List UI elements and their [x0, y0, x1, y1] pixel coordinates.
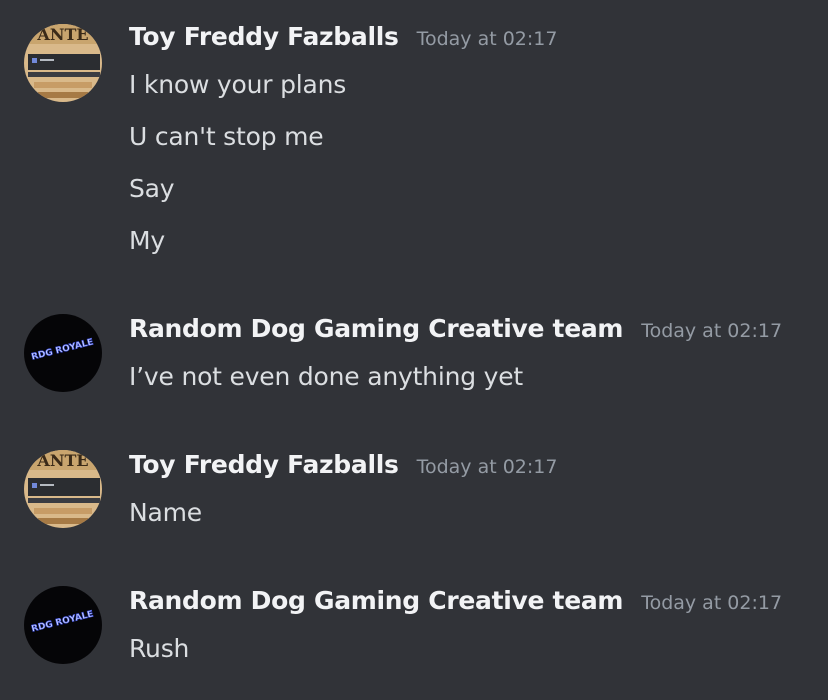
username[interactable]: Toy Freddy Fazballs: [129, 450, 399, 479]
avatar[interactable]: RDG ROYALE: [24, 586, 102, 664]
timestamp[interactable]: Today at 02:17: [641, 592, 782, 614]
username[interactable]: Toy Freddy Fazballs: [129, 22, 399, 51]
username[interactable]: Random Dog Gaming Creative team: [129, 314, 623, 343]
message-text: I’ve not even done anything yet: [129, 362, 524, 391]
timestamp[interactable]: Today at 02:17: [641, 320, 782, 342]
svg-text:ANTE: ANTE: [36, 451, 88, 470]
message-header: Random Dog Gaming Creative team Today at…: [129, 586, 782, 622]
timestamp[interactable]: Today at 02:17: [417, 456, 558, 478]
avatar[interactable]: ANTE: [24, 24, 102, 102]
svg-text:ANTE: ANTE: [36, 25, 88, 44]
wanted-poster-avatar-icon: ANTE: [24, 450, 102, 528]
message-header: Toy Freddy Fazballs Today at 02:17: [129, 450, 557, 486]
message-text: Rush: [129, 634, 190, 663]
username[interactable]: Random Dog Gaming Creative team: [129, 586, 623, 615]
rdg-royale-logo-avatar-icon: RDG ROYALE: [24, 314, 102, 392]
wanted-poster-avatar-icon: ANTE: [24, 24, 102, 102]
message-text: U can't stop me: [129, 122, 324, 151]
message-text: My: [129, 226, 165, 255]
chat-message-list: ANTE Toy Freddy Fazballs Today at 02:17 …: [0, 0, 828, 700]
avatar[interactable]: RDG ROYALE: [24, 314, 102, 392]
message-header: Toy Freddy Fazballs Today at 02:17: [129, 22, 557, 58]
message-text: I know your plans: [129, 70, 347, 99]
timestamp[interactable]: Today at 02:17: [417, 28, 558, 50]
rdg-royale-logo-avatar-icon: RDG ROYALE: [24, 586, 102, 664]
message-text: Name: [129, 498, 202, 527]
message-header: Random Dog Gaming Creative team Today at…: [129, 314, 782, 350]
message-text: Say: [129, 174, 175, 203]
avatar[interactable]: ANTE: [24, 450, 102, 528]
